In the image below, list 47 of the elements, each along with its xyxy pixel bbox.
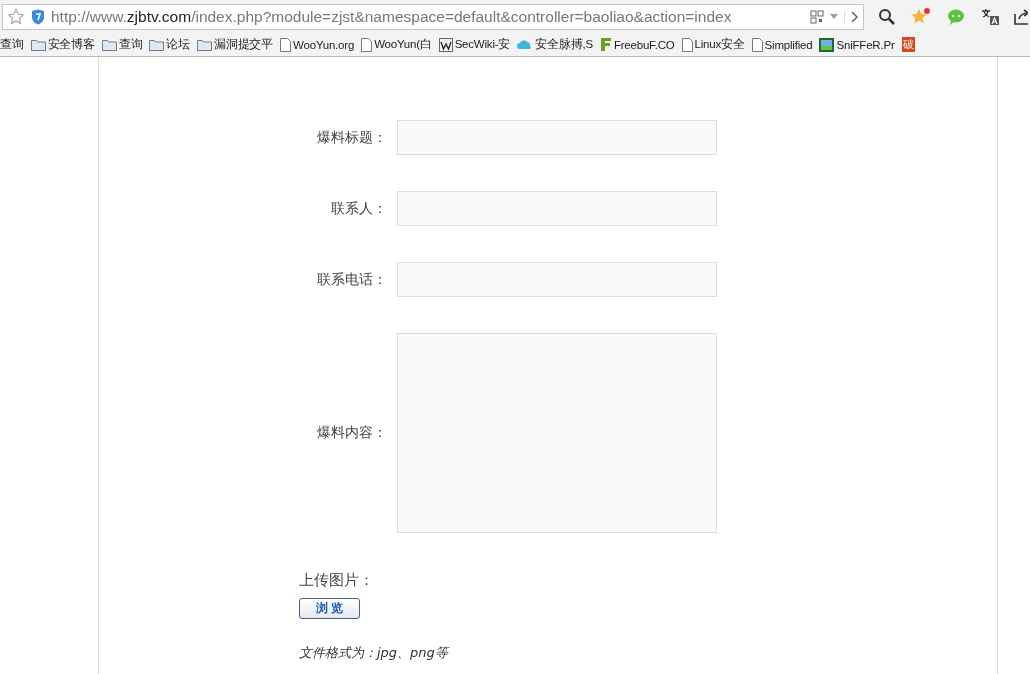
translate-icon[interactable] <box>980 7 1000 26</box>
dropdown-caret-icon[interactable] <box>830 14 838 19</box>
letter-f-icon <box>599 37 612 52</box>
field-label: 联系电话： <box>316 270 387 289</box>
input-field[interactable] <box>397 262 717 297</box>
bookmark-item[interactable]: WooYun(白 <box>361 37 432 52</box>
cloud-icon <box>517 39 534 50</box>
folder-icon <box>101 38 117 51</box>
bookmark-item[interactable]: Linux安全 <box>681 37 745 52</box>
input-field[interactable] <box>397 191 717 226</box>
folder-icon <box>197 38 213 51</box>
chat-bubble-icon[interactable] <box>946 7 966 26</box>
folder-icon <box>149 38 165 51</box>
folder-icon <box>30 38 46 51</box>
bookmark-item[interactable]: 论坛 <box>149 37 191 52</box>
landscape-icon <box>819 37 835 52</box>
qr-code-icon[interactable] <box>810 9 824 24</box>
page-icon <box>280 37 292 52</box>
star-icon[interactable] <box>7 7 25 26</box>
shield-icon <box>31 8 45 25</box>
browse-button[interactable]: 浏 览 <box>299 598 360 619</box>
bookmark-item[interactable]: SniFFeR.Pr <box>819 37 895 52</box>
bookmark-icon[interactable]: 破 <box>901 37 915 52</box>
bookmark-item[interactable]: FreebuF.CO <box>599 37 675 52</box>
url-text[interactable]: http://www.zjbtv.com/index.php?module=zjst&namespace=default&controller=baoliao&action=index <box>51 7 804 26</box>
w-letter-icon <box>438 37 453 52</box>
bookmark-item[interactable]: 安全脉搏,S <box>517 37 593 52</box>
bookmark-item[interactable]: 查询 <box>101 37 143 52</box>
input-field[interactable] <box>397 120 717 155</box>
page-icon <box>751 37 763 52</box>
bookmark-item[interactable]: WooYun.org <box>280 37 355 52</box>
bookmark-item[interactable]: SecWiki-安 <box>438 37 511 52</box>
bookmark-item[interactable]: 查询 <box>0 37 24 52</box>
page-icon <box>361 37 373 52</box>
share-icon[interactable] <box>1014 7 1028 26</box>
bookmark-item[interactable]: 漏洞提交平 <box>197 37 274 52</box>
format-note: 文件格式为：jpg、png等 <box>299 644 451 662</box>
bookmark-item[interactable]: 安全博客 <box>30 37 95 52</box>
page-icon <box>681 37 693 52</box>
field-label: 爆料内容： <box>316 424 387 442</box>
chevron-right-icon[interactable] <box>844 10 859 23</box>
address-bar[interactable]: http://www.zjbtv.com/index.php?module=zjst&namespace=default&controller=baoliao&action=index <box>2 3 864 30</box>
search-icon[interactable] <box>878 7 896 26</box>
field-label: 联系人： <box>330 199 387 218</box>
bookmark-item[interactable]: Simplified <box>751 37 813 52</box>
upload-label: 上传图片： <box>299 571 375 590</box>
field-label: 爆料标题： <box>316 128 387 147</box>
